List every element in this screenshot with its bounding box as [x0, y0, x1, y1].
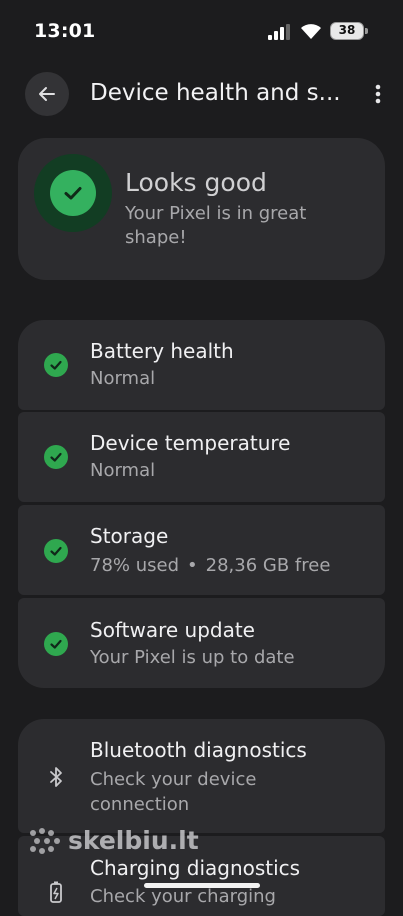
item-title: Battery health: [90, 339, 234, 363]
summary-title: Looks good: [125, 168, 267, 197]
app-bar: Device health and s...: [0, 72, 403, 120]
item-subtitle: Normal: [90, 368, 156, 389]
item-title: Software update: [90, 618, 255, 642]
check-icon: [44, 632, 68, 656]
battery-tip: [365, 28, 368, 34]
status-check-icon: [50, 170, 96, 216]
item-title: Storage: [90, 524, 169, 548]
home-indicator[interactable]: [144, 883, 260, 888]
bluetooth-icon: [44, 765, 68, 789]
wifi-icon: [301, 24, 321, 39]
status-ring: [34, 154, 112, 232]
status-bar: 13:01 38: [0, 0, 403, 62]
check-icon: [44, 445, 68, 469]
storage-free: 28,36 GB free: [205, 555, 331, 576]
software-update-item[interactable]: Software update Your Pixel is up to date: [18, 598, 385, 688]
item-subtitle: Check your device connection: [90, 769, 257, 815]
check-icon: [44, 539, 68, 563]
watermark-text: skelbiu.lt: [68, 826, 199, 855]
watermark: skelbiu.lt: [28, 826, 199, 855]
check-icon: [44, 353, 68, 377]
item-subtitle: Normal: [90, 460, 156, 481]
battery-health-item[interactable]: Battery health Normal: [18, 320, 385, 410]
storage-item[interactable]: Storage 78% used • 28,36 GB free: [18, 505, 385, 595]
summary-card: Looks good Your Pixel is in great shape!: [18, 138, 385, 280]
storage-usage: 78% used • 28,36 GB free: [90, 555, 330, 576]
status-time: 13:01: [34, 20, 96, 42]
item-subtitle: Your Pixel is up to date: [90, 647, 295, 668]
more-options-button[interactable]: [366, 78, 390, 110]
item-title: Bluetooth diagnostics: [90, 738, 307, 762]
more-vert-icon: [375, 84, 381, 104]
battery-indicator: 38: [330, 22, 364, 40]
bluetooth-diagnostics-item[interactable]: Bluetooth diagnostics Check your device …: [18, 719, 385, 833]
watermark-logo-icon: [30, 827, 60, 854]
arrow-back-icon: [39, 87, 55, 101]
item-title: Charging diagnostics: [90, 856, 301, 880]
cellular-signal-icon: [268, 24, 290, 40]
page-title: Device health and s...: [90, 80, 341, 106]
battery-charging-icon: [44, 880, 68, 904]
summary-subtitle: Your Pixel is in great shape!: [125, 203, 307, 248]
battery-level: 38: [338, 23, 356, 37]
storage-used: 78% used: [90, 555, 180, 576]
device-temperature-item[interactable]: Device temperature Normal: [18, 412, 385, 502]
separator-dot: •: [187, 555, 198, 576]
item-title: Device temperature: [90, 431, 291, 455]
back-button[interactable]: [25, 72, 69, 116]
